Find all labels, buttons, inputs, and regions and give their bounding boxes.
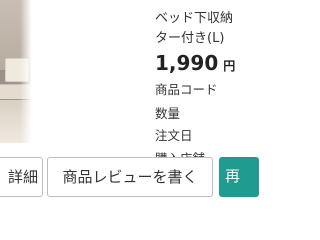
product-title[interactable]: ベッド下収納 ター付き(L): [155, 9, 240, 49]
quantity-label: 数量: [155, 106, 181, 121]
product-price: 1,990 円: [155, 50, 240, 79]
detail-button[interactable]: 詳細: [0, 157, 43, 197]
write-review-button[interactable]: 商品レビューを書く: [47, 157, 213, 197]
product-code-label: 商品コード: [155, 82, 218, 97]
product-thumbnail[interactable]: [0, 0, 143, 143]
product-title-line2: ター付き(L): [155, 31, 225, 46]
thumbnail-fade: [0, 0, 143, 143]
order-date-label: 注文日: [155, 128, 193, 143]
rebuy-button[interactable]: 再: [219, 157, 259, 197]
price-currency: 円: [223, 59, 236, 73]
product-title-line1: ベッド下収納: [155, 11, 234, 26]
price-value: 1,990: [155, 51, 219, 75]
